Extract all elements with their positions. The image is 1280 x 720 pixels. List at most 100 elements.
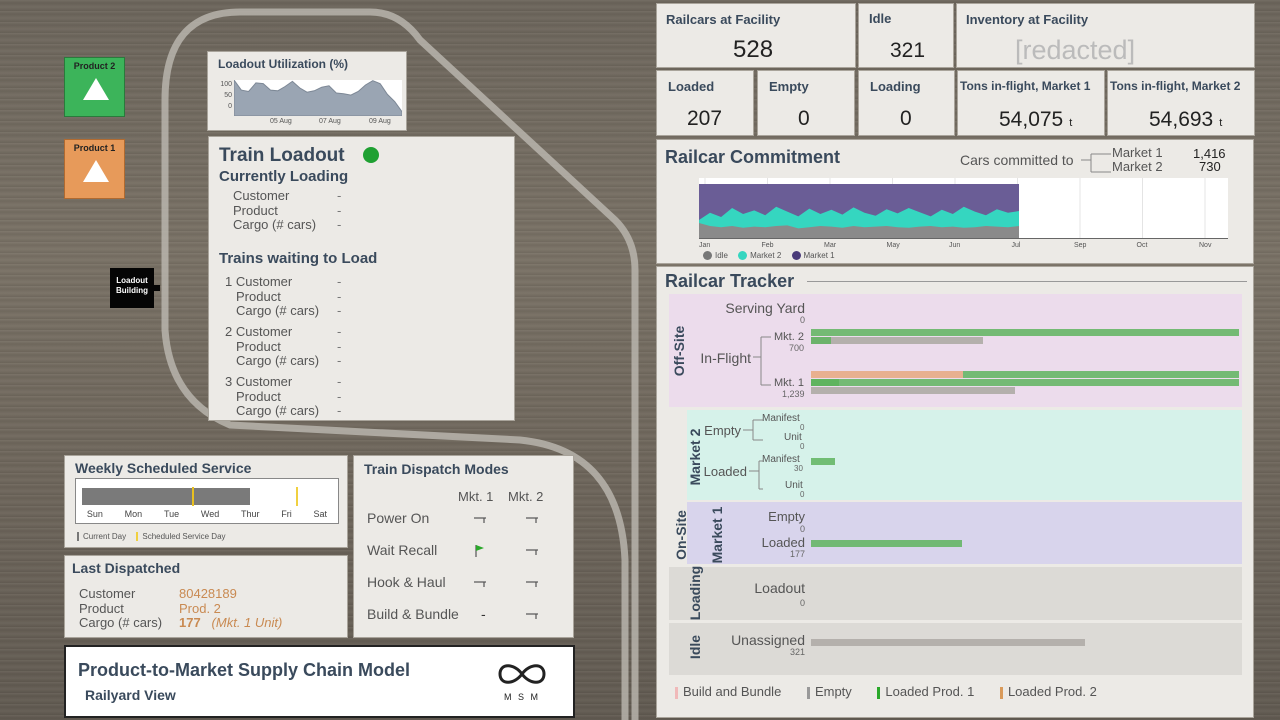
flag-down-icon[interactable] (524, 608, 540, 627)
dispatch-modes-title: Train Dispatch Modes (364, 461, 509, 477)
kpi-label: Tons in-flight, Market 1 (960, 79, 1091, 93)
weekly-title: Weekly Scheduled Service (75, 460, 252, 476)
m2-empty-unit-value: 0 (800, 442, 805, 451)
kpi-value: 54,693 (1149, 108, 1214, 131)
m2-loaded-unit-value: 0 (800, 490, 805, 499)
triangle-icon (83, 78, 109, 100)
product1-marker[interactable]: Product 1 (64, 139, 125, 199)
dash: - (337, 288, 342, 304)
product-label: Product (79, 600, 124, 616)
serving-yard-value: 0 (799, 315, 805, 325)
waiting-num: 3 (225, 374, 233, 389)
in-flight-label: In-Flight (700, 350, 751, 366)
market1-group-label: Market 1 (709, 506, 725, 564)
mkt1-label: Mkt. 1 (774, 377, 804, 389)
mkt1-loaded-bar-2 (811, 379, 1239, 386)
kpi-unit: t (1069, 117, 1073, 129)
m1-loaded-bar (811, 540, 962, 547)
train-loadout-title: Train Loadout (219, 145, 345, 166)
dash: - (337, 403, 342, 418)
kpi-label: Inventory at Facility (966, 12, 1089, 27)
waiting-product: Product (236, 288, 281, 304)
waiting-title: Trains waiting to Load (219, 250, 378, 267)
waiting-customer: Customer (235, 324, 293, 339)
idle-group-label: Idle (687, 634, 703, 660)
cargo-label: Cargo (# cars) (79, 615, 163, 630)
current-day-legend: Current Day (83, 532, 127, 541)
x-tick: 07 Aug (319, 118, 341, 125)
kpi-value: 0 (900, 107, 912, 130)
col-mkt1: Mkt. 1 (458, 489, 494, 504)
flag-down-icon[interactable] (472, 512, 488, 531)
dash: - (337, 338, 342, 354)
status-indicator (363, 147, 379, 163)
tracker-title: Railcar Tracker (665, 271, 795, 291)
kpi-label: Empty (769, 79, 809, 94)
waiting-cargo: Cargo (# cars) (236, 303, 320, 318)
logo-text: M S M (504, 692, 540, 702)
m2-loaded-manifest-value: 30 (794, 464, 803, 473)
model-subtitle: Railyard View (85, 687, 176, 703)
commitment-bracket (1081, 153, 1111, 173)
m1-empty-value: 0 (799, 524, 805, 534)
kpi-value: 54,075 (999, 108, 1064, 131)
legend-swatch (675, 686, 678, 699)
kpi-value: 0 (798, 107, 810, 130)
waiting-item: 2 Customer Product Cargo (# cars) (225, 324, 319, 369)
flag-down-icon[interactable] (472, 576, 488, 595)
day-label: Thur (241, 509, 260, 519)
current-day-marker (192, 487, 194, 506)
m2-empty-manifest-label: Manifest (762, 413, 800, 424)
legend-dot (738, 251, 748, 261)
cargo-value: - (337, 217, 342, 232)
mode-none[interactable]: - (481, 606, 486, 622)
waiting-cargo: Cargo (# cars) (236, 403, 320, 418)
commitment-panel: Railcar Commitment Cars committed to Mar… (656, 139, 1254, 264)
dash: - (337, 388, 342, 404)
flag-up-icon[interactable] (472, 544, 488, 563)
utilization-chart (234, 80, 402, 116)
x-tick: 09 Aug (369, 118, 391, 125)
loadout-building[interactable]: Loadout Building (110, 268, 154, 308)
customer-label: Customer (79, 586, 136, 601)
legend-market1: Market 1 (803, 251, 835, 260)
m1-loaded-value: 177 (789, 549, 805, 559)
infinity-logo-icon (498, 664, 546, 684)
mkt2-value: 700 (789, 343, 805, 353)
mkt1-empty-bar (811, 387, 1015, 394)
mode-label: Wait Recall (367, 542, 438, 558)
legend-idle: Idle (715, 251, 728, 260)
week-chart: Sun Mon Tue Wed Thur Fri Sat (75, 478, 339, 524)
kpi-loaded: Loaded 207 (656, 70, 754, 136)
flag-down-icon[interactable] (524, 544, 540, 563)
kpi-inventory: Inventory at Facility [redacted] (956, 3, 1255, 68)
waiting-item: 1 Customer Product Cargo (# cars) (225, 274, 320, 319)
product2-marker[interactable]: Product 2 (64, 57, 125, 117)
day-label: Wed (200, 509, 220, 519)
product-label: Product (233, 202, 278, 218)
kpi-label: Railcars at Facility (666, 12, 781, 27)
y-tick: 100 (220, 81, 232, 88)
kpi-tons-market1: Tons in-flight, Market 1 54,075 t (957, 70, 1105, 136)
kpi-empty: Empty 0 (757, 70, 855, 136)
dash: - (337, 303, 342, 318)
flag-down-icon[interactable] (524, 576, 540, 595)
month-tick: Feb (761, 242, 774, 249)
day-label: Mon (124, 509, 143, 519)
product1-label: Product 1 (73, 143, 116, 153)
month-tick: Jan (699, 242, 711, 249)
m1-loaded-label: Loaded (761, 535, 805, 550)
loadout-building-label: Loadout Building (116, 276, 148, 295)
inflight-bracket (753, 336, 771, 386)
m2-empty-manifest-value: 0 (800, 423, 805, 432)
flag-down-icon[interactable] (524, 512, 540, 531)
month-tick: Oct (1136, 242, 1148, 249)
weekly-service-panel: Weekly Scheduled Service Sun Mon Tue Wed… (64, 455, 348, 548)
dispatch-modes-panel: Train Dispatch Modes Mkt. 1 Mkt. 2 Power… (353, 455, 574, 638)
kpi-label: Loading (870, 79, 921, 94)
cargo-value: 177 (179, 615, 201, 630)
legend-swatch (999, 686, 1003, 699)
legend-loaded-prod2: Loaded Prod. 2 (1007, 684, 1097, 699)
m2-loaded-label: Loaded (703, 464, 747, 479)
train-loadout-panel: Train Loadout Currently Loading Customer… (208, 136, 515, 421)
